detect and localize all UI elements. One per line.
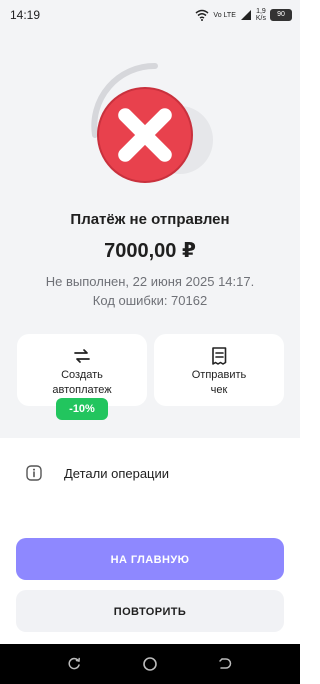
payment-status-line: Не выполнен, 22 июня 2025 14:17. xyxy=(45,274,255,289)
create-autopay-button[interactable]: Создать автоплатеж xyxy=(17,334,147,406)
signal-icon xyxy=(240,10,251,20)
repeat-icon xyxy=(74,349,90,363)
speed-value: 1,9 xyxy=(256,8,266,15)
speed-unit: K/s xyxy=(255,15,266,22)
send-receipt-button[interactable]: Отправить чек xyxy=(154,334,284,406)
send-receipt-line1: Отправить xyxy=(191,369,247,381)
battery-icon: 90 xyxy=(270,9,292,21)
receipt-icon xyxy=(212,347,227,365)
autopay-label-line2: автоплатеж xyxy=(52,384,112,396)
create-autopay-label: Создать автоплатеж xyxy=(17,368,147,398)
network-speed: 1,9 K/s xyxy=(256,8,266,22)
error-code-line: Код ошибки: 70162 xyxy=(92,293,208,308)
operation-details-label: Детали операции xyxy=(64,465,170,481)
go-home-button[interactable]: НА ГЛАВНУЮ xyxy=(16,538,284,580)
home-icon[interactable] xyxy=(142,656,158,672)
send-receipt-line2: чек xyxy=(210,384,228,396)
status-icons: Vo LTE 1,9 K/s 90 xyxy=(195,6,292,24)
payment-amount: 7000,00 ₽ xyxy=(104,240,196,262)
system-nav-bar xyxy=(0,644,300,684)
error-illustration xyxy=(85,60,215,190)
back-icon[interactable] xyxy=(216,656,232,672)
page-title: Платёж не отправлен xyxy=(70,211,230,228)
wifi-icon xyxy=(195,9,209,21)
autopay-label-line1: Создать xyxy=(61,369,103,381)
recent-apps-icon[interactable] xyxy=(66,656,82,672)
network-label: Vo LTE xyxy=(213,11,236,19)
info-icon xyxy=(26,465,42,481)
operation-details-link[interactable]: Детали операции xyxy=(26,462,286,484)
status-time: 14:19 xyxy=(10,8,41,22)
send-receipt-label: Отправить чек xyxy=(154,368,284,398)
repeat-payment-button[interactable]: ПОВТОРИТЬ xyxy=(16,590,284,632)
discount-badge: -10% xyxy=(56,398,108,420)
status-bar: 14:19 Vo LTE 1,9 K/s 90 xyxy=(0,0,300,30)
